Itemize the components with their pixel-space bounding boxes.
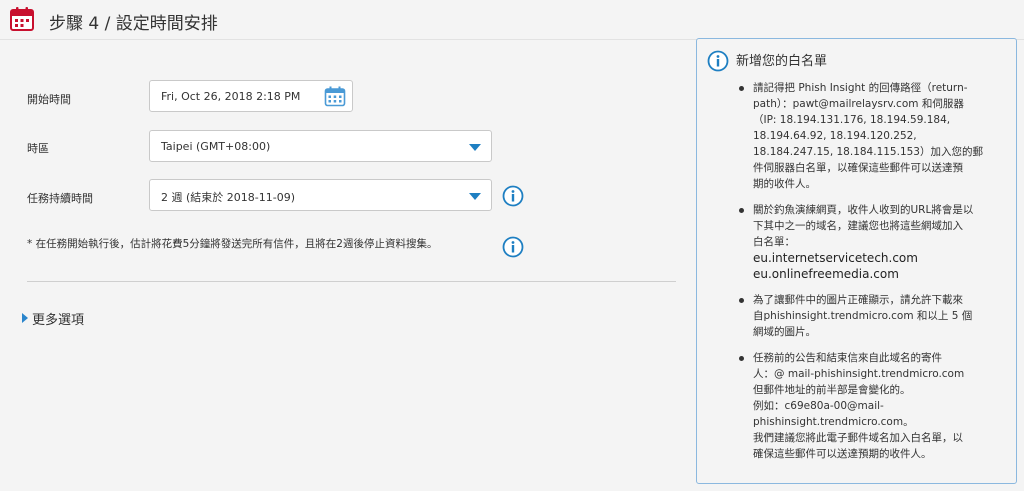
duration-select[interactable]: 2 週 (結束於 2018-11-09) (149, 179, 492, 211)
list-item: 任務前的公告和結束信來自此域名的寄件 人：@ mail-phishinsight… (737, 350, 999, 462)
duration-value: 2 週 (結束於 2018-11-09) (161, 191, 295, 204)
timezone-label: 時區 (27, 142, 49, 155)
whitelist-list: 請記得把 Phish Insight 的回傳路徑（return- path）：p… (737, 80, 999, 472)
start-time-value: Fri, Oct 26, 2018 2:18 PM (161, 90, 301, 103)
list-item-line: （IP: 18.194.131.176, 18.194.59.184, (753, 114, 951, 126)
info-icon (707, 50, 729, 72)
list-item-line: 例如：c69e80a-00@mail- (753, 400, 884, 412)
list-item-line: 人：@ mail-phishinsight.trendmicro.com (753, 368, 965, 380)
list-item-line: 為了讓郵件中的圖片正確顯示，請允許下載來 (753, 294, 963, 306)
whitelist-domain: eu.onlinefreemedia.com (753, 267, 899, 281)
whitelist-panel: 新增您的白名單 請記得把 Phish Insight 的回傳路徑（return-… (696, 38, 1017, 484)
more-options-label: 更多選項 (32, 313, 85, 328)
timezone-select[interactable]: Taipei (GMT+08:00) (149, 130, 492, 162)
chevron-down-icon (469, 144, 481, 151)
start-time-picker[interactable]: Fri, Oct 26, 2018 2:18 PM (149, 80, 353, 112)
list-item-line: 確保這些郵件可以送達預期的收件人。 (753, 448, 932, 460)
whitelist-panel-title: 新增您的白名單 (736, 54, 828, 69)
page-title: 步驟 4 / 設定時間安排 (49, 14, 218, 34)
calendar-picker-icon[interactable] (324, 86, 346, 107)
calendar-icon (10, 7, 34, 31)
list-item-line: 關於釣魚演練網頁，收件人收到的URL將會是以 (753, 204, 974, 216)
list-item-line: 件伺服器白名單，以確保這些郵件可以送達預 (753, 162, 963, 174)
list-item-line: 但郵件地址的前半部是會變化的。 (753, 384, 911, 396)
list-item-line: 自phishinsight.trendmicro.com 和以上 5 個 (753, 310, 973, 322)
list-item-line: 期的收件人。 (753, 178, 816, 190)
duration-label: 任務持續時間 (27, 192, 93, 205)
schedule-note: * 在任務開始執行後，估計將花費5分鐘將發送完所有信件，且將在2週後停止資料搜集… (27, 238, 438, 250)
list-item-line: 白名單： (753, 236, 795, 248)
list-item-line: path）：pawt@mailrelaysrv.com 和伺服器 (753, 98, 964, 110)
list-item-line: 下其中之一的域名，建議您也將這些網域加入 (753, 220, 963, 232)
list-item-line: 網域的圖片。 (753, 326, 816, 338)
section-divider (27, 281, 676, 282)
list-item-line: 請記得把 Phish Insight 的回傳路徑（return- (753, 82, 968, 94)
list-item-line: 任務前的公告和結束信來自此域名的寄件 (753, 352, 942, 364)
start-time-label: 開始時間 (27, 93, 71, 106)
list-item-line: 18.194.64.92, 18.194.120.252, (753, 130, 917, 142)
list-item: 為了讓郵件中的圖片正確顯示，請允許下載來 自phishinsight.trend… (737, 292, 999, 340)
list-item: 關於釣魚演練網頁，收件人收到的URL將會是以 下其中之一的域名，建議您也將這些網… (737, 202, 999, 282)
caret-right-icon (22, 313, 28, 323)
note-info-icon[interactable] (502, 236, 524, 258)
list-item: 請記得把 Phish Insight 的回傳路徑（return- path）：p… (737, 80, 999, 192)
list-item-line: 我們建議您將此電子郵件域名加入白名單，以 (753, 432, 963, 444)
more-options-toggle[interactable]: 更多選項 (22, 309, 84, 328)
page-header: 步驟 4 / 設定時間安排 (0, 0, 1024, 40)
chevron-down-icon (469, 193, 481, 200)
list-item-line: phishinsight.trendmicro.com。 (753, 416, 914, 428)
duration-info-icon[interactable] (502, 185, 524, 207)
list-item-line: 18.184.247.15, 18.184.115.153）加入您的郵 (753, 146, 983, 158)
whitelist-domain: eu.internetservicetech.com (753, 251, 918, 265)
timezone-value: Taipei (GMT+08:00) (161, 140, 271, 153)
